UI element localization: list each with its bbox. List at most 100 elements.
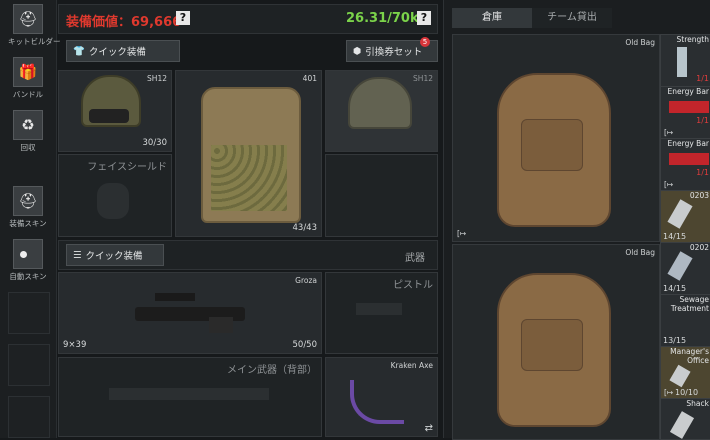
item-count: 1/1 [696, 74, 709, 83]
storage-item[interactable]: Shack [660, 398, 710, 440]
storage-item[interactable]: Old Bag [↦ [452, 34, 660, 242]
rifle-magazine [209, 317, 233, 333]
sidebar-label: バンドル [12, 90, 44, 99]
helmet-tag: SH12 [147, 74, 167, 83]
armor-tag: 401 [302, 74, 317, 83]
armor-durability: 43/43 [292, 223, 318, 233]
key-image [667, 199, 693, 229]
rifle-scope [155, 293, 195, 301]
pistol-title: ピストル [393, 280, 433, 291]
syringe-image [677, 47, 687, 77]
helmet-alt-tag: SH12 [413, 74, 433, 83]
item-name: Manager's Office [670, 347, 709, 365]
storage-item[interactable]: 0203 14/15 [660, 190, 710, 244]
ticket-icon: ⬢ [353, 45, 362, 57]
primary-ammo: 9×39 [63, 340, 87, 350]
helmet-icon: ⛑ [13, 4, 43, 34]
sidebar-label: 自動スキン [9, 272, 47, 281]
quick-equip-weapon-label: クイック装備 [85, 251, 143, 262]
sidebar-label: 装備スキン [9, 219, 47, 228]
key-image [667, 251, 693, 281]
melee-tag: Kraken Axe [390, 361, 433, 370]
backpack-pocket [521, 119, 583, 171]
equipment-value-number: 69,666 [131, 15, 182, 30]
weight-help-icon[interactable]: ? [417, 11, 431, 25]
quick-equip-weapon-button[interactable]: ☰ クイック装備 [66, 244, 164, 266]
empty-slot[interactable] [8, 344, 50, 386]
face-shield-slot[interactable]: フェイスシールド [58, 154, 172, 237]
left-sidebar: ⛑ キットビルダー 🎁 バンドル ♻ 回収 ⛑ 装備スキン 自動スキン [0, 0, 61, 438]
helmet-durability: 30/30 [142, 138, 168, 148]
storage-item[interactable]: Manager's Office [↦ 10/10 [660, 346, 710, 400]
item-corner: [↦ [664, 128, 674, 137]
equipment-value: 装備価値：69,666 [66, 11, 181, 30]
storage-item[interactable]: 0202 14/15 [660, 242, 710, 296]
storage-item[interactable]: Strength 1/1 [660, 34, 710, 88]
sidebar-label: キットビルダー [8, 37, 61, 46]
item-count: 1/1 [696, 168, 709, 177]
storage-item[interactable]: Energy Bar 1/1 [↦ [660, 86, 710, 140]
equipment-value-label: 装備価値： [66, 15, 132, 30]
empty-slot[interactable] [8, 292, 50, 334]
melee-slot[interactable]: Kraken Axe ⇄ [325, 357, 438, 437]
item-corner: [↦ [457, 229, 467, 238]
item-corner: [↦ [664, 388, 674, 397]
storage-item[interactable]: Old Bag [452, 244, 660, 440]
quick-equip-button[interactable]: 👕 クイック装備 [66, 40, 180, 62]
pistol-icon [356, 303, 402, 315]
swap-icon[interactable]: ⇄ [425, 423, 433, 434]
storage-item[interactable]: Sewage Treatment 13/15 [660, 294, 710, 348]
empty-equip-slot[interactable] [325, 154, 438, 237]
item-name: Shack [686, 399, 709, 408]
item-tag: Old Bag [625, 38, 655, 47]
toggle-icon [13, 239, 43, 269]
item-durability: 13/15 [663, 336, 687, 345]
tab-team-lending[interactable]: チーム貸出 [532, 8, 612, 28]
item-name: Sewage Treatment [670, 295, 709, 313]
quick-equip-label: クイック装備 [88, 47, 146, 58]
back-weapon-slot[interactable]: メイン武器（背部） [58, 357, 322, 437]
item-durability: 14/15 [663, 232, 687, 241]
sidebar-label: 回収 [20, 143, 36, 152]
primary-durability: 50/50 [292, 340, 318, 350]
helmet-alt-slot[interactable]: SH12 [325, 70, 438, 152]
item-name: Strength [676, 35, 709, 44]
empty-slot[interactable] [8, 396, 50, 438]
list-icon: ☰ [73, 249, 82, 261]
item-name: Energy Bar [667, 87, 709, 96]
help-icon[interactable]: ? [176, 11, 190, 25]
primary-weapon-tag: Groza [295, 276, 317, 285]
sidebar-item-bundle[interactable]: 🎁 バンドル [8, 57, 48, 100]
tab-warehouse[interactable]: 倉庫 [452, 8, 532, 28]
helmet-slot[interactable]: SH12 30/30 [58, 70, 172, 152]
pistol-slot[interactable]: ピストル [325, 272, 438, 354]
axe-image [350, 380, 404, 424]
weapon-section-title: 武器 [405, 253, 425, 264]
face-shield-title: フェイスシールド [87, 162, 167, 173]
helmet-visor [89, 109, 129, 123]
ticket-badge: 5 [420, 37, 430, 47]
rifle-silhouette-icon [109, 388, 269, 400]
sidebar-item-auto-skin[interactable]: 自動スキン [8, 239, 48, 282]
back-weapon-title: メイン武器（背部） [227, 365, 317, 376]
energy-bar-image [669, 153, 709, 165]
ticket-set-label: 引換券セット [365, 47, 423, 58]
armor-slot[interactable]: 401 43/43 [175, 70, 322, 237]
item-name: 0202 [689, 243, 709, 252]
primary-weapon-slot[interactable]: Groza 9×39 50/50 [58, 272, 322, 354]
armor-panel [211, 145, 287, 211]
helmet-alt-image [348, 77, 412, 129]
item-name: Energy Bar [667, 139, 709, 148]
helmet-skin-icon: ⛑ [13, 186, 43, 216]
sidebar-item-recycle[interactable]: ♻ 回収 [8, 110, 48, 153]
item-name: 0203 [689, 191, 709, 200]
storage-item[interactable]: Energy Bar 1/1 [↦ [660, 138, 710, 192]
energy-bar-image [669, 101, 709, 113]
weight-readout: 26.31/70kg [346, 11, 428, 26]
sidebar-item-kit-builder[interactable]: ⛑ キットビルダー [8, 4, 61, 47]
item-tag: Old Bag [625, 248, 655, 257]
sidebar-item-equip-skin[interactable]: ⛑ 装備スキン [8, 186, 48, 229]
backpack-pocket [521, 319, 583, 371]
shirt-icon: 👕 [73, 45, 85, 57]
mask-icon [97, 183, 129, 219]
